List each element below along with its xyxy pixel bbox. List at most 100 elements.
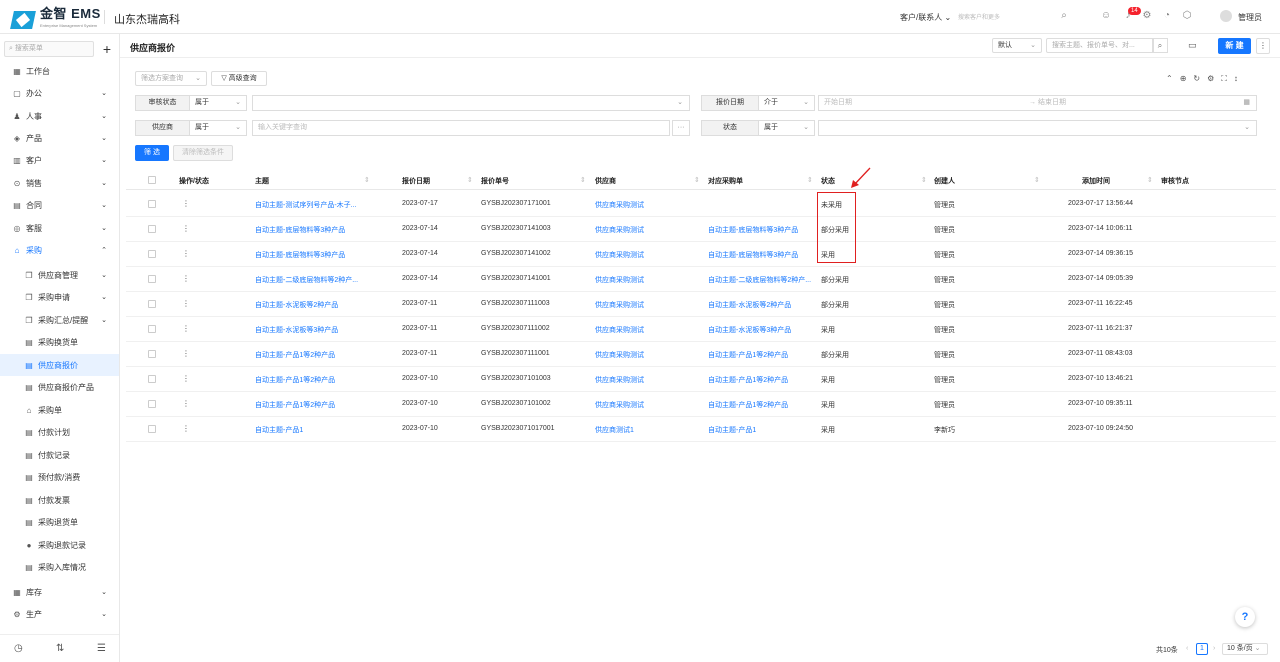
add-button[interactable]: +: [98, 41, 116, 57]
column-header[interactable]: 创建人: [934, 176, 955, 186]
row-checkbox[interactable]: [148, 350, 156, 358]
sidebar-item-product[interactable]: ◈ 产品 ⌄: [0, 127, 119, 149]
filter-value-status[interactable]: ⌄: [818, 120, 1257, 136]
table-row[interactable]: ⋮ 自动主题-二级底层物料等2种产... 2023-07-14 GYSBJ202…: [126, 267, 1276, 292]
row-checkbox[interactable]: [148, 300, 156, 308]
table-row[interactable]: ⋮ 自动主题-测试序列号产品-木子... 2023-07-17 GYSBJ202…: [126, 192, 1276, 217]
monitor-icon[interactable]: ▭: [1188, 40, 1197, 51]
row-checkbox[interactable]: [148, 425, 156, 433]
po-link[interactable]: 自动主题-产品1: [708, 425, 756, 435]
supplier-link[interactable]: 供应商采购测试: [595, 250, 644, 260]
history-icon[interactable]: ◷: [14, 643, 23, 654]
sort-icon[interactable]: ⇕: [694, 176, 700, 184]
po-link[interactable]: 自动主题-二级底层物料等2种产...: [708, 275, 811, 285]
sidebar-item-contract[interactable]: ▤ 合同 ⌄: [0, 194, 119, 216]
sidebar-item-payment-plan[interactable]: ▤ 付款计划: [0, 421, 119, 443]
row-checkbox[interactable]: [148, 200, 156, 208]
subject-link[interactable]: 自动主题-产品1等2种产品: [255, 350, 335, 360]
more-menu-icon[interactable]: ⋮: [1256, 38, 1270, 54]
logo[interactable]: 金智 EMS Enterprise Management System: [10, 7, 101, 32]
filter-op-status[interactable]: 属于 ⌄: [758, 120, 815, 136]
po-link[interactable]: 自动主题-底层物料等3种产品: [708, 225, 798, 235]
subject-link[interactable]: 自动主题-底层物料等3种产品: [255, 250, 345, 260]
table-row[interactable]: ⋮ 自动主题-水泥板等3种产品 2023-07-11 GYSBJ20230711…: [126, 317, 1276, 342]
column-header[interactable]: 主题: [255, 176, 269, 186]
sort-icon[interactable]: ⇕: [467, 176, 473, 184]
help-icon[interactable]: ?: [1235, 607, 1255, 627]
row-checkbox[interactable]: [148, 400, 156, 408]
row-menu-icon[interactable]: ⋮: [182, 349, 190, 358]
supplier-link[interactable]: 供应商采购测试: [595, 275, 644, 285]
sidebar-item-sales[interactable]: ⊙ 销售 ⌄: [0, 172, 119, 194]
chart-icon[interactable]: ◔: [1161, 10, 1173, 22]
row-checkbox[interactable]: [148, 375, 156, 383]
sort-icon[interactable]: ⇕: [580, 176, 586, 184]
filter-button[interactable]: 筛 选: [135, 145, 169, 161]
row-menu-icon[interactable]: ⋮: [182, 399, 190, 408]
sidebar-item-purchase-summary[interactable]: ❐ 采购汇总/提醒 ⌄: [0, 309, 119, 331]
shield-icon[interactable]: ⬡: [1181, 10, 1193, 22]
row-menu-icon[interactable]: ⋮: [182, 299, 190, 308]
sidebar-item-purchase[interactable]: ⌂ 采购 ⌃: [0, 239, 119, 261]
po-link[interactable]: 自动主题-产品1等2种产品: [708, 400, 788, 410]
column-header[interactable]: 供应商: [595, 176, 616, 186]
filter-plan-select[interactable]: 筛选方案查询 ⌄: [135, 71, 207, 86]
sidebar-item-production[interactable]: ⚙ 生产 ⌄: [0, 603, 119, 625]
po-link[interactable]: 自动主题-产品1等2种产品: [708, 375, 788, 385]
supplier-keyword-input[interactable]: 输入关键字查询: [252, 120, 670, 136]
row-checkbox[interactable]: [148, 275, 156, 283]
supplier-link[interactable]: 供应商采购测试: [595, 225, 644, 235]
po-link[interactable]: 自动主题-水泥板等2种产品: [708, 300, 791, 310]
row-checkbox[interactable]: [148, 325, 156, 333]
filter-value-audit-status[interactable]: ⌄: [252, 95, 690, 111]
subject-link[interactable]: 自动主题-底层物料等3种产品: [255, 225, 345, 235]
subject-link[interactable]: 自动主题-产品1: [255, 425, 303, 435]
sidebar-item-refund-record[interactable]: ● 采购退款记录: [0, 534, 119, 556]
advanced-search-button[interactable]: ▽ 高级查询: [211, 71, 267, 86]
subject-link[interactable]: 自动主题-水泥板等2种产品: [255, 300, 338, 310]
collapse-menu-icon[interactable]: ☰: [97, 643, 106, 654]
row-menu-icon[interactable]: ⋮: [182, 324, 190, 333]
row-menu-icon[interactable]: ⋮: [182, 199, 190, 208]
sidebar-item-purchase-order[interactable]: ⌂ 采购单: [0, 399, 119, 421]
sidebar-item-prepayment[interactable]: ▤ 预付款/消费: [0, 466, 119, 488]
filter-settings-icon[interactable]: ⇅: [56, 643, 64, 654]
user-name[interactable]: 管理员: [1238, 12, 1262, 23]
page-number[interactable]: 1: [1196, 643, 1208, 655]
row-checkbox[interactable]: [148, 250, 156, 258]
view-select[interactable]: 默认 ⌄: [992, 38, 1042, 53]
sidebar-item-inbound[interactable]: ▤ 采购入库情况: [0, 556, 119, 578]
search-icon[interactable]: ⌕: [1152, 38, 1168, 53]
sidebar-item-return-order[interactable]: ▤ 采购退货单: [0, 511, 119, 533]
sidebar-item-quote-product[interactable]: ▤ 供应商报价产品: [0, 376, 119, 398]
collapse-icon[interactable]: ⌃: [1166, 74, 1180, 83]
page-size-select[interactable]: 10 条/页 ⌄: [1222, 643, 1268, 655]
search-icon[interactable]: ⌕: [1058, 10, 1070, 22]
row-menu-icon[interactable]: ⋮: [182, 249, 190, 258]
customer-select[interactable]: 客户/联系人 ⌄: [900, 12, 951, 23]
row-menu-icon[interactable]: ⋮: [182, 374, 190, 383]
sort-icon[interactable]: ⇕: [921, 176, 927, 184]
subject-link[interactable]: 自动主题-产品1等2种产品: [255, 400, 335, 410]
menu-search-input[interactable]: ⌕ 搜索菜单: [4, 41, 94, 57]
row-checkbox[interactable]: [148, 225, 156, 233]
supplier-link[interactable]: 供应商采购测试: [595, 400, 644, 410]
row-menu-icon[interactable]: ⋮: [182, 424, 190, 433]
po-link[interactable]: 自动主题-产品1等2种产品: [708, 350, 788, 360]
sidebar-item-purchase-request[interactable]: ❐ 采购申请 ⌄: [0, 286, 119, 308]
sort-icon[interactable]: ⇕: [807, 176, 813, 184]
sidebar-item-payment-record[interactable]: ▤ 付款记录: [0, 444, 119, 466]
supplier-link[interactable]: 供应商采购测试: [595, 325, 644, 335]
settings-icon[interactable]: ⚙: [1207, 74, 1221, 83]
subject-link[interactable]: 自动主题-二级底层物料等2种产...: [255, 275, 358, 285]
new-button[interactable]: 新 建: [1218, 38, 1251, 54]
table-row[interactable]: ⋮ 自动主题-产品1等2种产品 2023-07-10 GYSBJ20230710…: [126, 367, 1276, 392]
filter-op-supplier[interactable]: 属于 ⌄: [189, 120, 247, 136]
customer-search-input[interactable]: 搜索客户和更多: [958, 12, 1000, 21]
table-row[interactable]: ⋮ 自动主题-底层物料等3种产品 2023-07-14 GYSBJ2023071…: [126, 217, 1276, 242]
sidebar-item-customer[interactable]: ▥ 客户 ⌄: [0, 149, 119, 171]
prev-page-icon[interactable]: ‹: [1186, 645, 1188, 652]
avatar[interactable]: [1220, 10, 1232, 22]
filter-op-audit-status[interactable]: 属于 ⌄: [189, 95, 247, 111]
download-icon[interactable]: ⊕: [1180, 74, 1194, 83]
